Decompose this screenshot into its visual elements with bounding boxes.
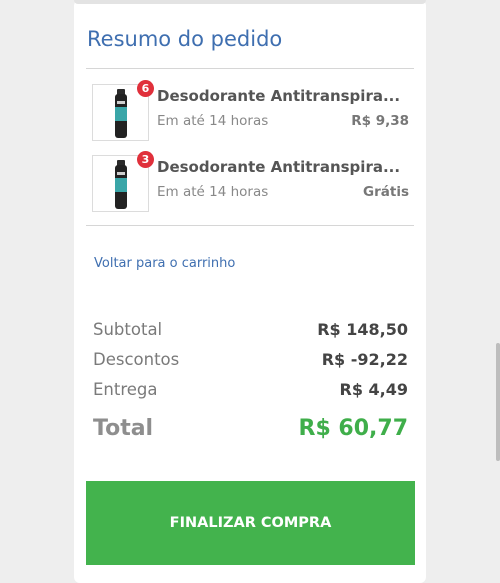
deodorant-can-image [115, 160, 127, 209]
deodorant-can-image [115, 89, 127, 138]
subtotal-row: Subtotal R$ 148,50 [93, 320, 408, 342]
finalize-purchase-button[interactable]: FINALIZAR COMPRA [86, 481, 415, 565]
divider [86, 68, 414, 69]
total-value: R$ 60,77 [298, 416, 409, 441]
subtotal-value: R$ 148,50 [317, 320, 408, 339]
discounts-value: R$ -92,22 [321, 350, 408, 369]
quantity-badge: 6 [137, 80, 154, 97]
item-delivery-time: Em até 14 horas [157, 184, 269, 200]
scrollbar[interactable] [496, 343, 500, 461]
discounts-row: Descontos R$ -92,22 [93, 350, 408, 372]
order-item[interactable]: 6 Desodorante Antitranspira... Em até 14… [92, 80, 414, 144]
quantity-badge: 3 [137, 151, 154, 168]
item-name[interactable]: Desodorante Antitranspira... [157, 87, 400, 105]
delivery-value: R$ 4,49 [339, 380, 409, 399]
total-label: Total [93, 416, 154, 441]
discounts-label: Descontos [93, 350, 180, 369]
item-price: Grátis [363, 184, 409, 200]
item-delivery-time: Em até 14 horas [157, 113, 269, 129]
divider [86, 225, 414, 226]
item-price: R$ 9,38 [351, 113, 409, 129]
total-row: Total R$ 60,77 [93, 416, 408, 446]
back-to-cart-link[interactable]: Voltar para o carrinho [94, 256, 235, 271]
order-item[interactable]: 3 Desodorante Antitranspira... Em até 14… [92, 151, 414, 215]
order-summary-card: Resumo do pedido 6 Desodorante Antitrans… [74, 0, 426, 583]
delivery-row: Entrega R$ 4,49 [93, 380, 408, 402]
summary-title: Resumo do pedido [87, 27, 283, 51]
delivery-label: Entrega [93, 380, 158, 399]
item-name[interactable]: Desodorante Antitranspira... [157, 158, 400, 176]
card-top-edge [74, 0, 426, 4]
subtotal-label: Subtotal [93, 320, 163, 339]
